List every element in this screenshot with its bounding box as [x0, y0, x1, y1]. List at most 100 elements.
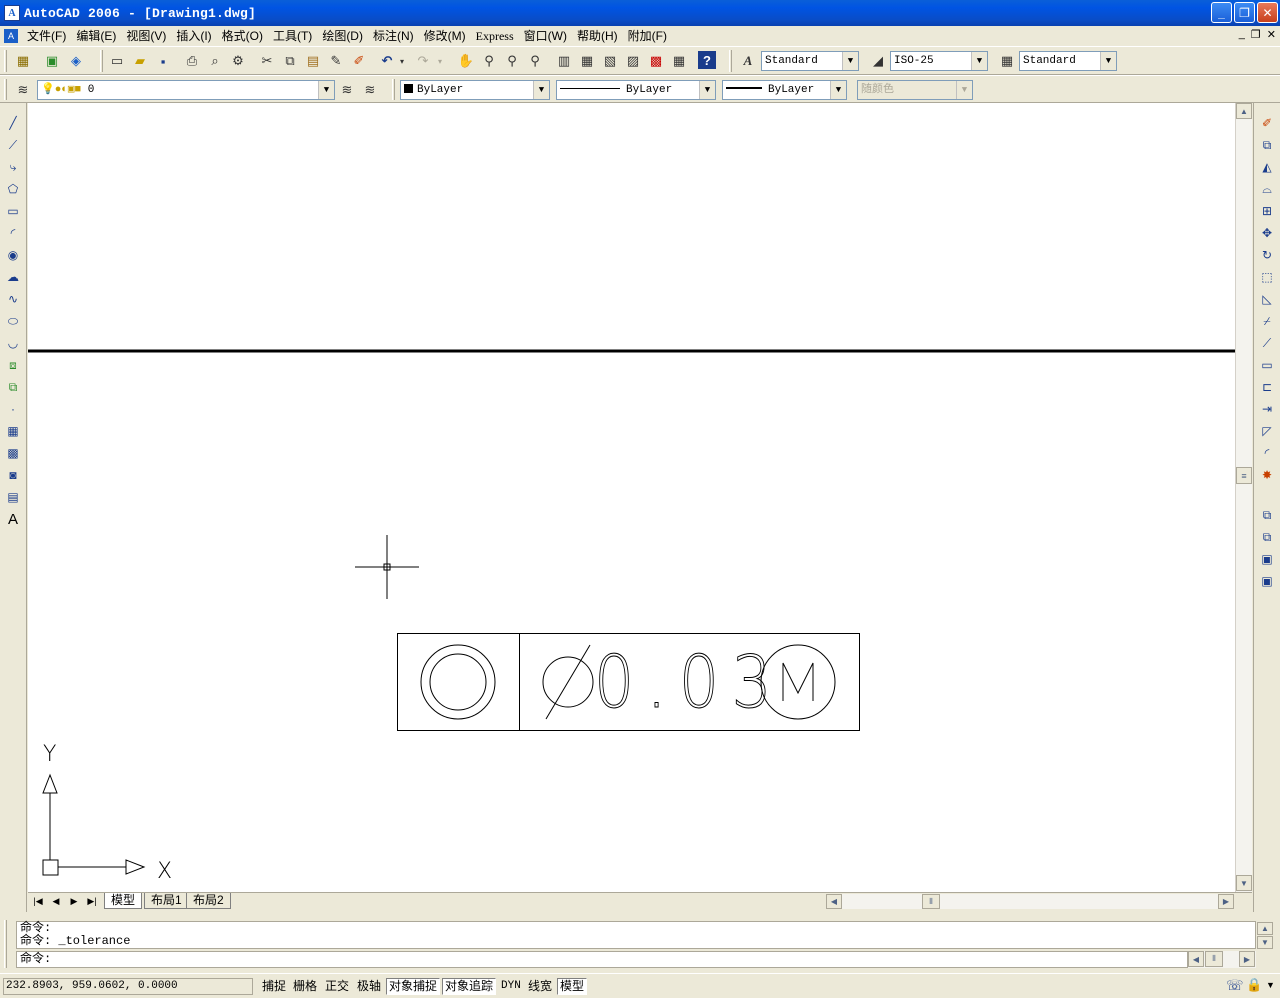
- tool-palettes-icon[interactable]: ▧: [600, 51, 620, 71]
- publish-dwf-icon[interactable]: ⚙: [228, 51, 248, 71]
- explode-icon[interactable]: ✸: [1257, 465, 1277, 485]
- matchprop-icon[interactable]: ✎: [326, 51, 346, 71]
- line-icon[interactable]: ╱: [3, 113, 23, 133]
- move-icon[interactable]: ✥: [1257, 223, 1277, 243]
- minimize-button[interactable]: _: [1211, 2, 1232, 23]
- hatch-icon[interactable]: ▦: [3, 421, 23, 441]
- coordinate-display[interactable]: 232.8903, 959.0602, 0.0000: [3, 978, 253, 995]
- redo-icon[interactable]: ↷: [413, 51, 433, 71]
- gradient-icon[interactable]: ▩: [3, 443, 23, 463]
- close-button[interactable]: ✕: [1257, 2, 1278, 23]
- stretch-icon[interactable]: ◺: [1257, 289, 1277, 309]
- construction-line-icon[interactable]: ⟋: [3, 135, 23, 155]
- menu-window[interactable]: 窗口(W): [519, 26, 572, 46]
- communication-center-icon[interactable]: ☏: [1226, 977, 1244, 994]
- make-block-icon[interactable]: ⧉: [3, 377, 23, 397]
- spline-icon[interactable]: ∿: [3, 289, 23, 309]
- send-under-icon[interactable]: ▣: [1257, 571, 1277, 591]
- cmd-scroll-left-button[interactable]: ◀: [1188, 951, 1204, 967]
- cmd-scroll-thumb[interactable]: ⦀: [1205, 951, 1223, 967]
- snap-toggle[interactable]: 捕捉: [259, 978, 289, 995]
- menu-file[interactable]: 文件(F): [22, 26, 71, 46]
- tab-layout2[interactable]: 布局2: [186, 893, 231, 909]
- scroll-down-button[interactable]: ▼: [1236, 875, 1252, 891]
- new-icon[interactable]: ▭: [107, 51, 127, 71]
- scale-icon[interactable]: ⬚: [1257, 267, 1277, 287]
- lineweight-toggle[interactable]: 线宽: [525, 978, 555, 995]
- undo-icon[interactable]: ↶: [377, 51, 397, 71]
- menu-draw[interactable]: 绘图(D): [317, 26, 368, 46]
- scroll-up-button[interactable]: ▲: [1236, 103, 1252, 119]
- undo-dropdown-icon[interactable]: ▾: [397, 51, 407, 71]
- revision-cloud-icon[interactable]: ☁: [3, 267, 23, 287]
- break-at-point-icon[interactable]: ▭: [1257, 355, 1277, 375]
- linetype-select[interactable]: ByLayer ▼: [556, 80, 716, 100]
- zoom-window-icon[interactable]: ⚲: [502, 51, 522, 71]
- layer-manager-icon[interactable]: ≋: [13, 80, 33, 100]
- doc-restore-button[interactable]: ❐: [1251, 28, 1261, 41]
- menu-dimension[interactable]: 标注(N): [368, 26, 419, 46]
- insert-block-icon[interactable]: ⧈: [3, 355, 23, 375]
- text-style-select[interactable]: Standard ▼: [761, 51, 859, 71]
- menu-format[interactable]: 格式(O): [217, 26, 268, 46]
- help-icon[interactable]: ?: [698, 51, 716, 69]
- join-icon[interactable]: ⇥: [1257, 399, 1277, 419]
- redo-dropdown-icon[interactable]: ▾: [435, 51, 445, 71]
- scroll-left-button[interactable]: ◀: [826, 894, 842, 909]
- layer-previous-icon[interactable]: ≋: [360, 80, 380, 100]
- dim-style-icon[interactable]: ◢: [868, 51, 888, 71]
- horizontal-scrollbar[interactable]: ◀ ⦀ ▶: [826, 894, 1234, 909]
- publish-icon[interactable]: ◈: [66, 51, 86, 71]
- ellipse-arc-icon[interactable]: ◡: [3, 333, 23, 353]
- menu-express[interactable]: Express: [471, 26, 519, 46]
- table-style-select[interactable]: Standard ▼: [1019, 51, 1117, 71]
- color-select[interactable]: ByLayer ▼: [400, 80, 550, 100]
- previous-tab-button[interactable]: ◀: [48, 894, 64, 908]
- sheetset-icon[interactable]: ▣: [42, 51, 62, 71]
- block-editor-icon[interactable]: ✐: [349, 51, 369, 71]
- ortho-toggle[interactable]: 正交: [322, 978, 352, 995]
- menu-insert[interactable]: 插入(I): [171, 26, 216, 46]
- mirror-icon[interactable]: ◭: [1257, 157, 1277, 177]
- open-icon[interactable]: ▰: [130, 51, 150, 71]
- offset-icon[interactable]: ⌓: [1257, 179, 1277, 199]
- ellipse-icon[interactable]: ⬭: [3, 311, 23, 331]
- autocad-app-icon[interactable]: A: [4, 5, 20, 21]
- calculator-icon[interactable]: ▦: [669, 51, 689, 71]
- otrack-toggle[interactable]: 对象追踪: [442, 978, 497, 995]
- last-tab-button[interactable]: ▶|: [84, 894, 100, 908]
- plot-icon[interactable]: ⎙: [182, 51, 202, 71]
- properties-icon[interactable]: ▥: [554, 51, 574, 71]
- first-tab-button[interactable]: |◀: [30, 894, 46, 908]
- pan-icon[interactable]: ✋: [456, 51, 476, 71]
- menu-view[interactable]: 视图(V): [121, 26, 171, 46]
- qnew-icon[interactable]: ▦: [13, 51, 33, 71]
- chamfer-icon[interactable]: ◸: [1257, 421, 1277, 441]
- markup-icon[interactable]: ▩: [646, 51, 666, 71]
- tab-layout1[interactable]: 布局1: [144, 893, 189, 909]
- bring-to-front-icon[interactable]: ⧉: [1257, 505, 1277, 525]
- doc-minimize-button[interactable]: _: [1239, 28, 1245, 41]
- polygon-icon[interactable]: ⬠: [3, 179, 23, 199]
- status-menu-arrow-icon[interactable]: ▼: [1266, 980, 1275, 990]
- make-object-layer-current-icon[interactable]: ≋: [337, 80, 357, 100]
- extend-icon[interactable]: ⟋: [1257, 333, 1277, 353]
- dim-style-select[interactable]: ISO-25 ▼: [890, 51, 988, 71]
- copy-object-icon[interactable]: ⧉: [1257, 135, 1277, 155]
- tab-model[interactable]: 模型: [104, 893, 143, 909]
- rectangle-icon[interactable]: ▭: [3, 201, 23, 221]
- grid-toggle[interactable]: 栅格: [290, 978, 320, 995]
- command-horizontal-scrollbar[interactable]: ◀ ⦀ ▶: [1188, 951, 1256, 968]
- arc-icon[interactable]: ◜: [3, 223, 23, 243]
- fillet-icon[interactable]: ◜: [1257, 443, 1277, 463]
- menu-modify[interactable]: 修改(M): [419, 26, 471, 46]
- menu-tools[interactable]: 工具(T): [268, 26, 317, 46]
- model-paper-toggle[interactable]: 模型: [557, 978, 588, 995]
- copy-icon[interactable]: ⧉: [280, 51, 300, 71]
- doc-close-button[interactable]: ✕: [1267, 28, 1276, 41]
- polar-toggle[interactable]: 极轴: [354, 978, 384, 995]
- osnap-toggle[interactable]: 对象捕捉: [386, 978, 441, 995]
- drawing-svg[interactable]: 0.03 Y X: [28, 103, 1235, 892]
- restore-button[interactable]: ❐: [1234, 2, 1255, 23]
- layer-select[interactable]: 💡●◐▣■ 0 ▼: [37, 80, 335, 100]
